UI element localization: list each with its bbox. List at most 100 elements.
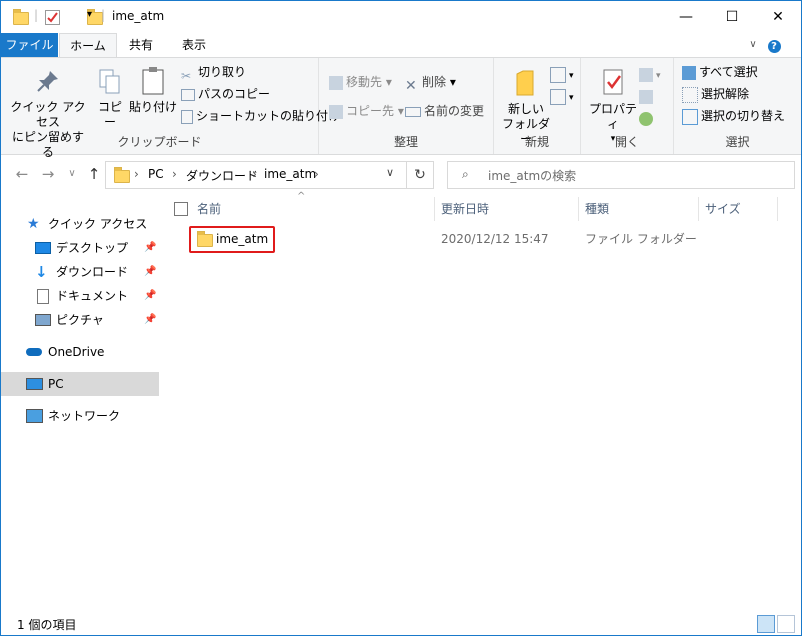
nav-item-label: ピクチャ — [56, 313, 104, 327]
easy-access-icon — [550, 88, 566, 105]
organize-group-label: 整理 — [393, 135, 418, 149]
nav-item-desktop[interactable]: デスクトップ 📌 — [1, 236, 159, 260]
sort-chevron-up-icon: ^ — [297, 191, 306, 202]
details-view-button[interactable] — [757, 615, 775, 633]
invert-selection-icon — [682, 108, 698, 125]
close-button[interactable]: ✕ — [755, 1, 801, 33]
up-button[interactable]: ↑ — [83, 163, 105, 185]
properties-quick-icon[interactable] — [45, 10, 60, 25]
help-icon[interactable]: ? — [765, 33, 783, 57]
rename-button[interactable]: 名前の変更 — [405, 101, 484, 121]
delete-button[interactable]: ✕ 削除 ▾ — [405, 72, 456, 94]
item-count: 1 個の項目 — [17, 618, 77, 632]
nav-item-downloads[interactable]: ↓ ダウンロード 📌 — [1, 260, 159, 284]
pin-icon[interactable]: 📌 — [144, 236, 156, 260]
highlight-box — [189, 226, 275, 253]
forward-button[interactable]: → — [37, 163, 59, 185]
large-icons-view-button[interactable] — [777, 615, 795, 633]
open-button[interactable]: ▾ — [639, 64, 661, 84]
new-group-label: 新規 — [524, 135, 549, 149]
breadcrumb-ime-atm[interactable]: ime_atm — [264, 167, 316, 181]
pin-icon[interactable]: 📌 — [144, 308, 156, 332]
refresh-button[interactable]: ↻ — [406, 161, 434, 189]
column-type[interactable]: 種類 — [585, 197, 609, 221]
nav-pc[interactable]: PC — [1, 372, 159, 396]
open-group: プロパティ ▾ ▾ 開く — [581, 58, 674, 154]
select-none-button[interactable]: 選択解除 — [682, 84, 749, 104]
recent-locations-button[interactable]: ∨ — [61, 163, 83, 185]
nav-network[interactable]: ネットワーク — [1, 404, 159, 428]
select-group-label: 選択 — [725, 135, 750, 149]
address-bar[interactable]: › PC › ダウンロード › ime_atm › ∨ — [105, 161, 407, 189]
open-icon — [639, 67, 653, 82]
column-size[interactable]: サイズ — [705, 197, 741, 221]
nav-item-label: ドキュメント — [56, 289, 129, 303]
search-box[interactable]: ⌕ ime_atmの検索 — [447, 161, 795, 189]
collapse-ribbon-icon[interactable]: ∨ — [745, 33, 761, 57]
invert-selection-button[interactable]: 選択の切り替え — [682, 106, 785, 126]
tab-share[interactable]: 共有 — [119, 33, 163, 57]
delete-icon: ✕ — [405, 77, 417, 94]
status-bar: 1 個の項目 — [1, 613, 801, 635]
minimize-button[interactable]: — — [663, 1, 709, 33]
breadcrumb-downloads[interactable]: ダウンロード — [186, 167, 258, 184]
nav-onedrive[interactable]: OneDrive — [1, 340, 159, 364]
column-separator[interactable] — [434, 197, 435, 221]
nav-quick-access[interactable]: ★ クイック アクセス — [1, 212, 159, 236]
delete-label: 削除 — [422, 75, 447, 89]
history-icon — [639, 111, 653, 126]
chevron-right-icon: › — [252, 167, 257, 181]
pin-icon — [37, 71, 58, 92]
select-group: すべて選択 選択解除 選択の切り替え 選択 — [674, 58, 801, 154]
move-to-button[interactable]: 移動先 ▾ — [329, 72, 392, 92]
new-item-button[interactable]: ▾ — [550, 64, 574, 84]
pin-icon[interactable]: 📌 — [144, 260, 156, 284]
select-all-checkbox[interactable] — [174, 202, 188, 216]
nav-item-pictures[interactable]: ピクチャ 📌 — [1, 308, 159, 332]
edit-icon — [639, 89, 653, 104]
properties-label: プロパティ — [588, 102, 637, 131]
copy-to-button[interactable]: コピー先 ▾ — [329, 101, 404, 121]
maximize-button[interactable]: ☐ — [709, 1, 755, 33]
title-bar: | ▾ | ime_atm — ☐ ✕ — [1, 1, 801, 33]
history-button[interactable] — [639, 108, 656, 128]
select-all-button[interactable]: すべて選択 — [682, 62, 758, 82]
nav-onedrive-label: OneDrive — [48, 345, 105, 359]
nav-item-documents[interactable]: ドキュメント 📌 — [1, 284, 159, 308]
edit-button[interactable] — [639, 86, 656, 106]
paste-shortcut-button[interactable]: ショートカットの貼り付け — [181, 106, 340, 126]
paste-button[interactable]: 貼り付け — [129, 66, 177, 115]
column-name[interactable]: 名前 — [197, 197, 221, 221]
column-separator[interactable] — [698, 197, 699, 221]
copy-to-icon — [329, 104, 343, 119]
search-icon: ⌕ — [462, 167, 469, 181]
copy-icon — [99, 69, 120, 94]
nav-item-label: デスクトップ — [56, 241, 129, 255]
paste-label: 貼り付け — [129, 100, 178, 114]
ribbon: クイック アクセス にピン留めする コピー 貼り付け ✂ 切り取り パスのコピー … — [1, 57, 801, 159]
cut-button[interactable]: ✂ 切り取り — [181, 62, 246, 83]
column-separator[interactable] — [777, 197, 778, 221]
properties-icon — [603, 69, 623, 95]
column-modified[interactable]: 更新日時 — [441, 197, 489, 221]
tab-home[interactable]: ホーム — [59, 33, 117, 58]
copy-path-button[interactable]: パスのコピー — [181, 84, 270, 104]
tab-view[interactable]: 表示 — [173, 33, 215, 57]
copy-path-icon — [181, 88, 195, 101]
pin-label-1: クイック アクセス — [10, 100, 86, 129]
back-button[interactable]: ← — [11, 163, 33, 185]
easy-access-button[interactable]: ▾ — [550, 86, 574, 106]
column-separator[interactable] — [578, 197, 579, 221]
pin-icon[interactable]: 📌 — [144, 284, 156, 308]
copy-button[interactable]: コピー — [93, 68, 127, 130]
breadcrumb-pc[interactable]: PC — [148, 167, 164, 181]
document-icon — [37, 289, 49, 304]
paste-shortcut-icon — [181, 109, 193, 124]
address-dropdown-icon[interactable]: ∨ — [386, 166, 394, 179]
search-input[interactable]: ime_atmの検索 — [488, 167, 576, 184]
new-item-icon — [550, 66, 566, 83]
tab-file[interactable]: ファイル — [1, 33, 58, 57]
new-group: 新しい フォルダー ▾ ▾ 新規 — [494, 58, 581, 154]
computer-icon — [26, 378, 43, 390]
customize-quick-access-icon[interactable]: ▾ — [87, 9, 92, 20]
